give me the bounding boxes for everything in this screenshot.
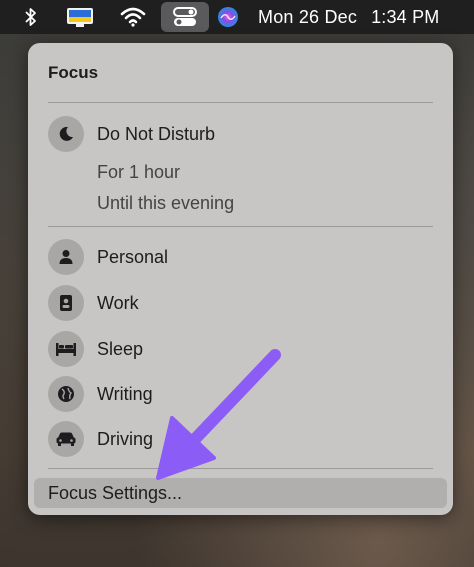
dnd-option-1-hour[interactable]: For 1 hour: [97, 162, 180, 183]
focus-mode-label: Sleep: [97, 338, 144, 359]
display-icon[interactable]: [62, 0, 98, 34]
focus-menu-title: Focus: [48, 63, 99, 82]
focus-mode-label: Writing: [97, 383, 153, 404]
car-icon: [48, 421, 84, 457]
focus-mode-driving[interactable]: Driving: [48, 420, 433, 458]
divider: [48, 102, 433, 103]
focus-mode-sleep[interactable]: Sleep: [48, 330, 433, 368]
clock[interactable]: Mon 26 Dec 1:34 PM: [258, 0, 468, 34]
divider: [48, 468, 433, 469]
wifi-icon[interactable]: [118, 0, 148, 34]
divider: [48, 226, 433, 227]
do-not-disturb-label: Do Not Disturb: [97, 123, 216, 144]
focus-mode-writing[interactable]: Writing: [48, 375, 433, 413]
do-not-disturb-toggle[interactable]: Do Not Disturb: [48, 115, 433, 153]
focus-mode-label: Driving: [97, 428, 154, 449]
focus-settings-label: Focus Settings...: [48, 483, 183, 503]
menubar-time: 1:34 PM: [371, 6, 440, 27]
bed-icon: [48, 331, 84, 367]
focus-mode-label: Work: [97, 292, 139, 313]
person-icon: [48, 239, 84, 275]
siri-icon[interactable]: [215, 0, 241, 34]
dnd-option-until-evening[interactable]: Until this evening: [97, 193, 234, 214]
focus-mode-work[interactable]: Work: [48, 284, 433, 322]
moon-icon: [48, 116, 84, 152]
menubar-date: Mon 26 Dec: [258, 6, 358, 27]
focus-menu: Focus Do Not Disturb For 1 hour Until th…: [28, 43, 453, 515]
focus-settings-button[interactable]: Focus Settings...: [34, 478, 447, 508]
menu-bar: Mon 26 Dec 1:34 PM: [0, 0, 474, 34]
control-center-icon[interactable]: [161, 2, 209, 32]
focus-mode-label: Personal: [97, 246, 169, 267]
bluetooth-icon[interactable]: [20, 0, 42, 34]
globe-icon: [48, 376, 84, 412]
badge-icon: [48, 285, 84, 321]
desktop: Mon 26 Dec 1:34 PM Focus Do Not Disturb …: [0, 0, 474, 567]
focus-mode-personal[interactable]: Personal: [48, 238, 433, 276]
